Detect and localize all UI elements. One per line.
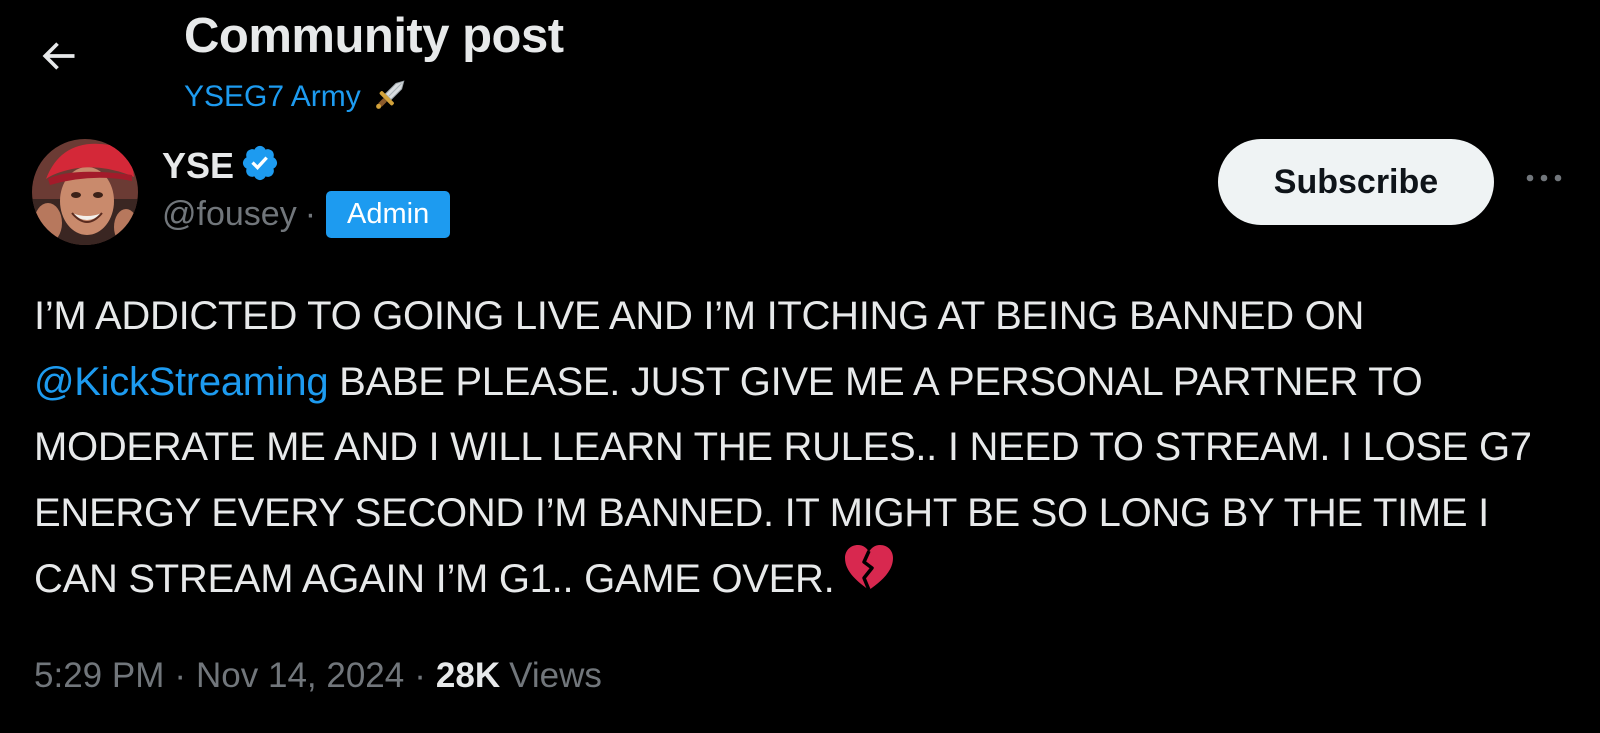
author-meta: @fousey · Admin [162,191,451,238]
back-button[interactable] [30,30,86,86]
post-text-part: I’M ADDICTED TO GOING LIVE AND I’M ITCHI… [34,294,1365,338]
dagger-icon [371,74,411,119]
views-count: 28K [435,656,501,695]
page-title: Community post [184,9,564,63]
meta-separator: · [174,656,187,695]
author-handle[interactable]: @fousey [162,195,297,234]
post-time[interactable]: 5:29 PM [34,656,164,696]
arrow-left-icon [36,34,80,83]
mention-link[interactable]: @KickStreaming [34,360,329,404]
admin-badge: Admin [326,191,451,238]
meta-separator: · [414,656,426,695]
views-label: Views [509,656,602,695]
post-text: I’M ADDICTED TO GOING LIVE AND I’M ITCHI… [34,284,1574,617]
post-meta: 5:29 PM · Nov 14, 2024 · 28K Views [34,656,602,696]
meta-separator: · [304,195,317,233]
community-info: YSEG7 Army [184,74,411,119]
community-link[interactable]: YSEG7 Army [184,80,361,114]
author-name-row: YSE [162,143,280,188]
author-name[interactable]: YSE [162,145,234,187]
verified-badge-icon[interactable] [240,143,280,188]
broken-heart-icon [842,542,896,613]
subscribe-button[interactable]: Subscribe [1218,139,1494,225]
post-date[interactable]: Nov 14, 2024 [196,656,404,696]
more-options-button[interactable] [1520,160,1568,200]
avatar[interactable] [32,139,138,245]
more-horizontal-icon [1524,171,1564,189]
